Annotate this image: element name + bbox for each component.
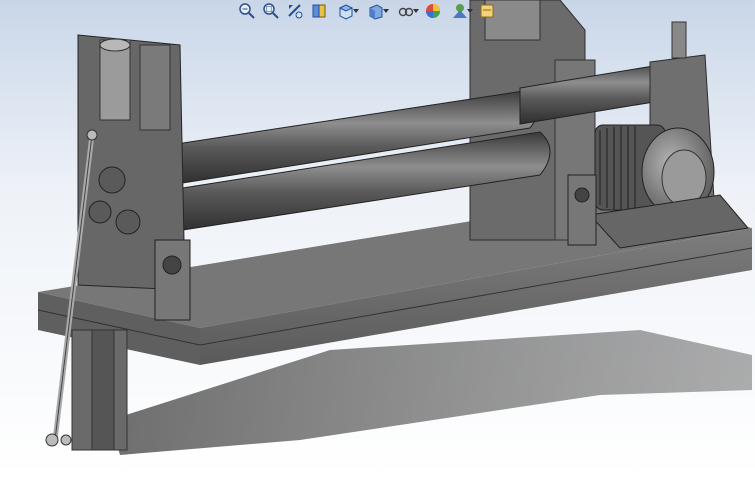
- section-view-button[interactable]: [308, 1, 330, 21]
- plate-rolling-machine-model[interactable]: [0, 0, 755, 477]
- chevron-down-icon: [383, 9, 389, 13]
- display-style-button[interactable]: [362, 1, 390, 21]
- edit-appearance-button[interactable]: [422, 1, 444, 21]
- graphics-area[interactable]: [0, 0, 755, 477]
- zoom-to-fit-icon: [239, 3, 255, 19]
- zoom-to-area-icon: [263, 3, 279, 19]
- previous-view-button[interactable]: [284, 1, 306, 21]
- chevron-down-icon: [353, 9, 359, 13]
- view-settings-button[interactable]: [476, 1, 498, 21]
- zoom-to-fit-button[interactable]: [236, 1, 258, 21]
- hide-show-items-button[interactable]: [392, 1, 420, 21]
- view-settings-icon: [480, 4, 494, 18]
- apply-scene-button[interactable]: [446, 1, 474, 21]
- view-orientation-button[interactable]: [332, 1, 360, 21]
- section-view-icon: [312, 4, 326, 18]
- front-side-plate: [154, 239, 191, 321]
- zoom-to-area-button[interactable]: [260, 1, 282, 21]
- chevron-down-icon: [467, 9, 473, 13]
- previous-view-icon: [288, 4, 303, 19]
- chevron-down-icon: [413, 9, 419, 13]
- edit-appearance-icon: [426, 4, 440, 18]
- heads-up-view-toolbar: [234, 0, 500, 22]
